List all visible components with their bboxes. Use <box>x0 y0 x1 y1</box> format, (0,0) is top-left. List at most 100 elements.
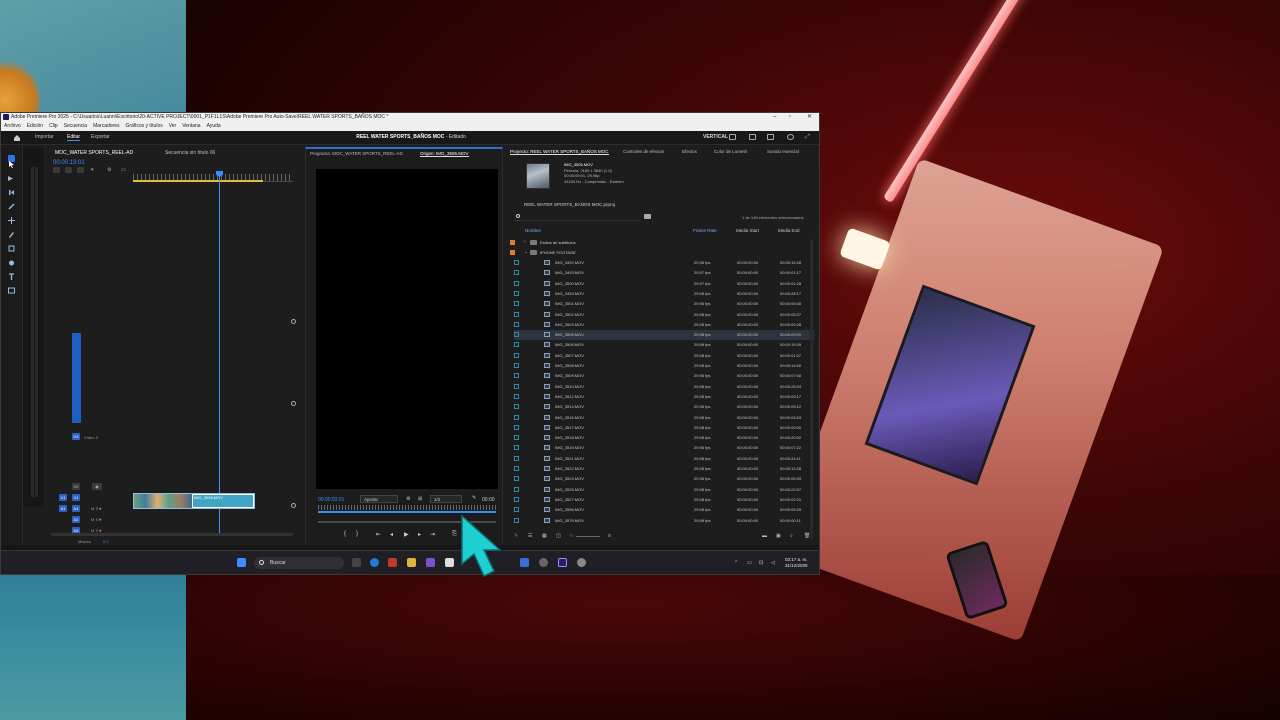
track-a2-controls[interactable]: M S ⏺ <box>91 517 101 522</box>
new-bin-bottom-icon[interactable]: ▬ <box>762 533 767 539</box>
work-area-bar[interactable] <box>133 180 263 182</box>
icon-view-icon[interactable]: ▦ <box>542 533 547 539</box>
nest-toggle-icon[interactable] <box>53 167 60 173</box>
find-icon[interactable]: ⌕ <box>790 533 793 539</box>
media-player-icon[interactable] <box>539 558 548 567</box>
play-icon[interactable]: ▶ <box>404 531 409 538</box>
linked-selection-icon[interactable] <box>77 167 84 173</box>
freeform-view-icon[interactable]: ◫ <box>556 533 561 539</box>
hand-tool-icon[interactable] <box>8 253 15 266</box>
column-name[interactable]: Nombre <box>525 228 541 233</box>
app-icon-red[interactable] <box>388 558 397 567</box>
settings-gear-icon[interactable] <box>577 558 586 567</box>
timeline-clip[interactable]: IMG_3505.MOV <box>133 493 255 509</box>
chevron-down-icon[interactable]: ⌄ <box>524 249 528 255</box>
menu-ver[interactable]: Ver <box>169 122 177 131</box>
item-checkbox[interactable] <box>514 260 519 265</box>
clip-preview-thumbnail[interactable] <box>526 163 550 189</box>
project-item-row[interactable]: IMG_3525.MOV 29,98 fps 00:00:00:00 00:00:22… <box>514 485 814 495</box>
network-icon[interactable]: ⊡ <box>759 560 763 566</box>
project-item-row[interactable]: IMG_3510.MOV 29,98 fps 00:00:00:00 00:00:26… <box>514 382 814 392</box>
caption-tool-icon[interactable] <box>8 281 15 294</box>
menu-ventana[interactable]: Ventana <box>182 122 200 131</box>
edge-icon[interactable] <box>370 558 379 567</box>
timeline-timecode[interactable]: 00:00:13:01 <box>53 160 85 166</box>
track-source-a1[interactable]: A1 <box>59 505 67 512</box>
item-checkbox[interactable] <box>514 280 519 286</box>
project-item-row[interactable]: IMG_3509.MOV 29,98 fps 00:00:00:00 00:00:07… <box>514 371 814 381</box>
item-checkbox[interactable] <box>514 507 519 513</box>
track-a1-label[interactable]: A1 <box>72 505 80 512</box>
menu-marcadores[interactable]: Marcadores <box>93 122 119 131</box>
app-icon-white[interactable] <box>445 558 454 567</box>
new-bin-icon[interactable] <box>644 214 651 219</box>
chevron-right-icon[interactable]: › <box>524 239 526 245</box>
column-media-end[interactable]: Media End <box>778 228 800 233</box>
new-item-icon[interactable]: ▣ <box>776 533 781 539</box>
resolution-dropdown[interactable]: 1/2 <box>430 495 462 503</box>
mark-out-icon[interactable]: } <box>356 531 358 537</box>
insert-icon[interactable]: ⊞ <box>418 496 422 502</box>
item-checkbox[interactable] <box>514 321 519 327</box>
column-frame-rate[interactable]: Frame Rate <box>693 228 717 233</box>
track-v1-label[interactable]: V1 <box>72 494 80 501</box>
project-item-row[interactable]: IMG_3516.MOV 29,98 fps 00:00:00:00 00:00:04… <box>514 413 814 423</box>
track-mix-value[interactable]: 0.0 <box>103 539 109 544</box>
discord-icon[interactable] <box>426 558 435 567</box>
trash-icon[interactable]: 🗑 <box>804 533 810 539</box>
project-item-row[interactable]: IMG_3522.MOV 29,98 fps 00:00:00:00 00:00:13… <box>514 464 814 474</box>
project-item-row[interactable]: IMG_3524.MOV 29,98 fps 00:00:00:00 00:00:06… <box>514 474 814 484</box>
track-v3-label[interactable]: V3 <box>72 433 80 440</box>
taskbar-search[interactable]: Buscar <box>254 557 344 569</box>
zoom-slider[interactable] <box>576 536 600 537</box>
project-item-row[interactable]: IMG_3506.MOV 29,98 fps 00:00:00:00 00:00:19… <box>514 340 814 350</box>
item-checkbox[interactable] <box>514 445 519 451</box>
menu-archivo[interactable]: Archivo <box>4 122 21 131</box>
go-to-out-icon[interactable]: ⇥ <box>430 531 435 538</box>
project-item-row[interactable]: IMG_3527.MOV 29,98 fps 00:00:00:00 00:00:02… <box>514 495 814 505</box>
premiere-icon[interactable] <box>558 558 567 567</box>
tab-sequence-unnamed[interactable]: Secuencia sin título 06 <box>165 150 215 156</box>
project-item-row[interactable]: IMG_3503.MOV 29,98 fps 00:00:00:00 00:00:09… <box>514 320 814 330</box>
help-icon[interactable] <box>787 134 794 140</box>
slip-tool-icon[interactable] <box>8 211 15 224</box>
timeline-vscroll-knob[interactable] <box>291 401 296 406</box>
layout-icon[interactable] <box>729 134 736 140</box>
project-item-row[interactable]: IMG_3521.MOV 29,98 fps 00:00:00:00 00:00:24… <box>514 454 814 464</box>
notes-icon[interactable] <box>520 558 529 567</box>
menu-graficos[interactable]: Gráficos y títulos <box>125 122 162 131</box>
item-checkbox[interactable] <box>514 352 519 358</box>
list-view-icon[interactable]: ☰ <box>528 533 532 539</box>
project-item-row[interactable]: IMG_3518.MOV 29,98 fps 00:00:00:00 00:00:20… <box>514 433 814 443</box>
item-checkbox[interactable] <box>514 435 519 441</box>
item-checkbox[interactable] <box>514 373 519 379</box>
tab-effect-controls[interactable]: Controles de efectos <box>623 149 664 154</box>
marker-icon[interactable]: ▾ <box>91 167 98 173</box>
item-checkbox[interactable] <box>514 342 519 348</box>
tab-sequence-active[interactable]: MOC_WATER SPORTS_REEL-AD <box>55 150 133 156</box>
tray-app-icon[interactable]: ▭ <box>747 560 752 566</box>
item-checkbox[interactable] <box>514 332 519 338</box>
folder-iphone-footage[interactable]: ⌄ IPHONE FOOTAGE <box>510 248 804 258</box>
playhead-line[interactable] <box>219 174 220 534</box>
window-titlebar[interactable]: Adobe Premiere Pro 2025 - C:\Usuarios\Lu… <box>1 113 819 122</box>
tab-program-monitor[interactable]: Programa: MOC_WATER SPORTS_REEL-AD <box>310 151 403 156</box>
project-item-row[interactable]: IMG_3508.MOV 29,98 fps 00:00:00:00 00:00:14… <box>514 361 814 371</box>
wrench-icon[interactable]: ✎ <box>472 495 476 501</box>
maximize-icon[interactable]: ▫ <box>789 113 791 122</box>
mark-in-icon[interactable]: { <box>344 531 346 537</box>
wrench-icon[interactable]: ⚙ <box>107 167 114 173</box>
project-item-row[interactable]: IMG_3517.MOV 29,98 fps 00:00:00:00 00:00:09… <box>514 423 814 433</box>
settings-icon[interactable]: ⚙ <box>406 496 410 502</box>
menu-clip[interactable]: Clip <box>49 122 58 131</box>
step-forward-icon[interactable]: ▸ <box>418 531 421 538</box>
monitor-screen[interactable] <box>316 169 498 489</box>
sort-icon[interactable]: ≡ <box>608 533 611 539</box>
label-swatch[interactable] <box>510 240 515 245</box>
close-icon[interactable]: ✕ <box>807 113 812 122</box>
track-v2-eye-icon[interactable]: ◉ <box>92 483 102 490</box>
project-item-row[interactable]: IMG_3501.MOV 29,98 fps 00:00:00:00 00:00:05… <box>514 299 814 309</box>
minimize-icon[interactable]: – <box>773 113 776 122</box>
track-select-tool-icon[interactable] <box>8 169 15 181</box>
zoom-slider-knob[interactable]: ○ <box>570 533 573 539</box>
